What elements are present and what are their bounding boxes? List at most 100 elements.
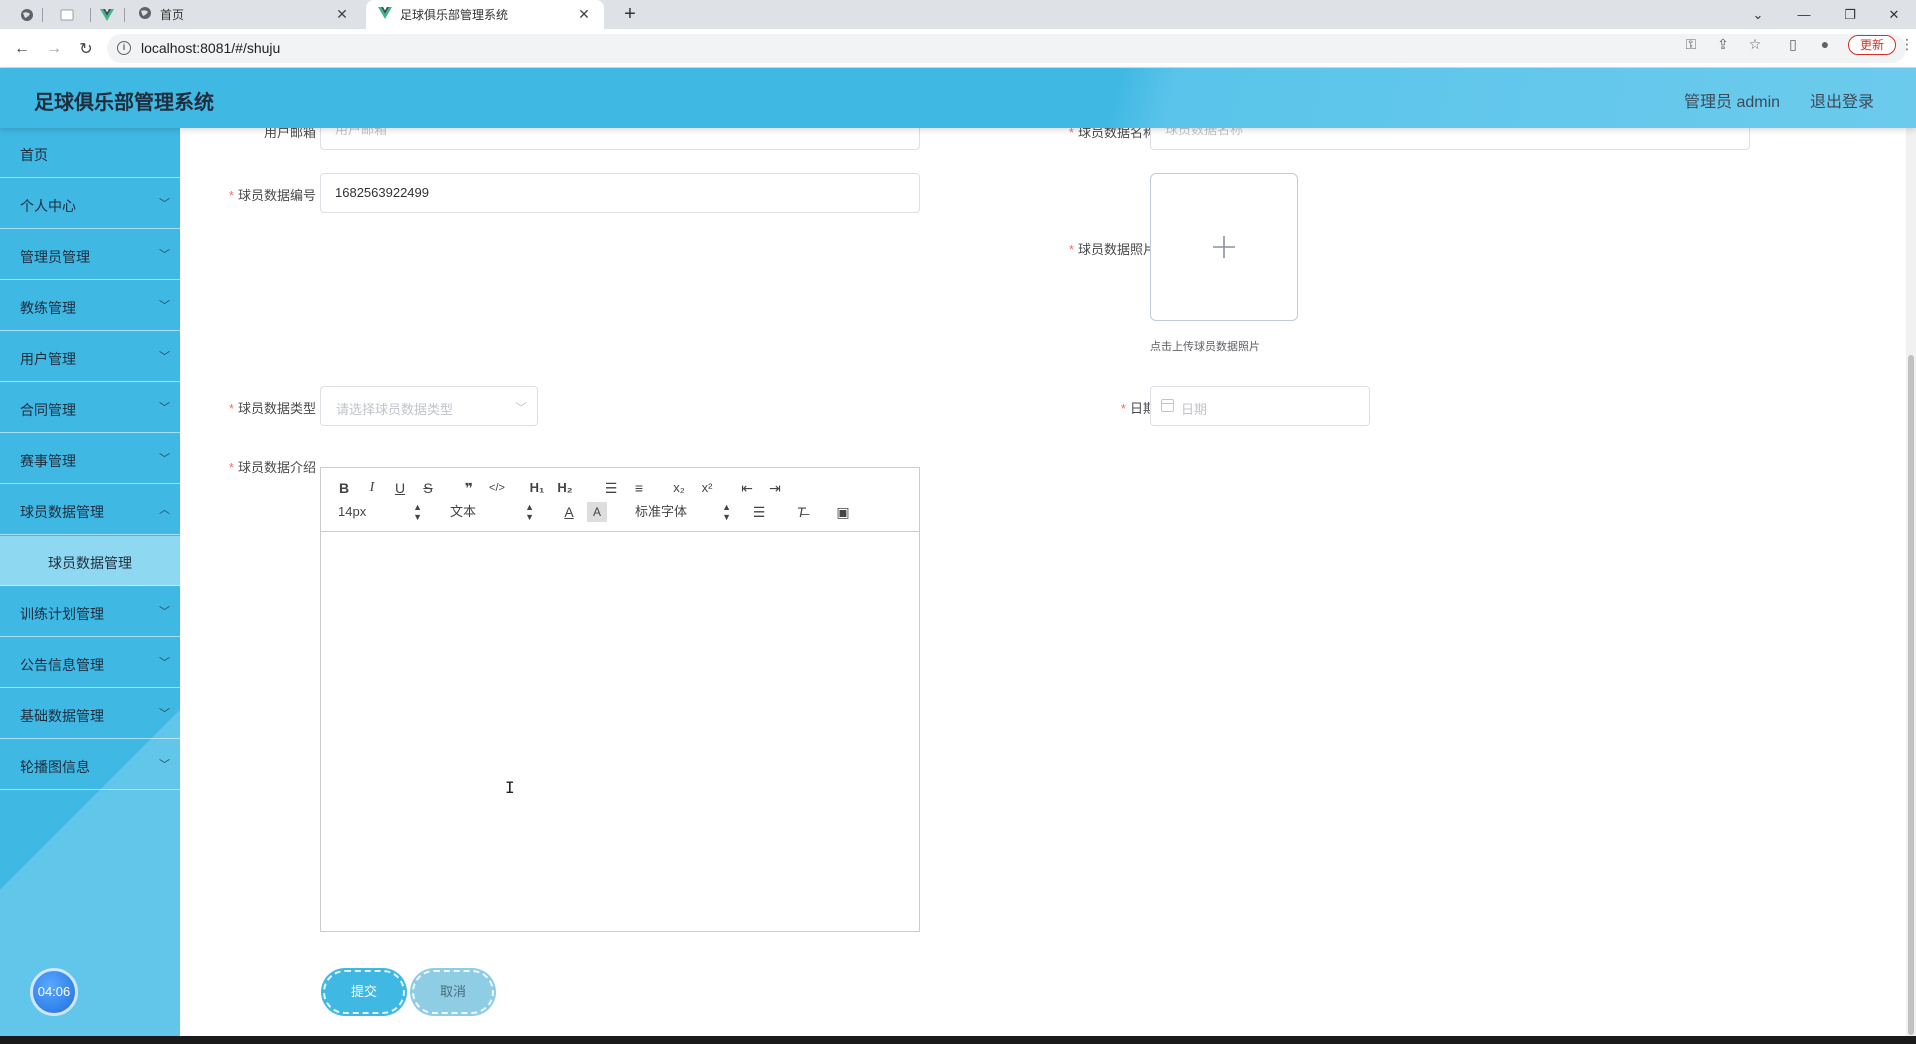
tab-active[interactable]: 足球俱乐部管理系统 ✕ [366, 0, 604, 29]
profile-icon[interactable]: ● [1816, 35, 1834, 53]
heading2-icon[interactable]: H₂ [555, 478, 575, 498]
photo-upload-tip: 点击上传球员数据照片 [1150, 341, 1260, 353]
text-cursor-icon: I [505, 778, 515, 797]
chevron-down-icon: ﹀ [159, 708, 170, 720]
logout-link[interactable]: 退出登录 [1810, 88, 1874, 112]
underline-icon[interactable]: U [390, 478, 410, 498]
reload-icon[interactable]: ↻ [74, 37, 98, 61]
date-label: * 日期 [1120, 401, 1156, 416]
chevron-down-icon: ﹀ [159, 453, 170, 465]
plus-icon [1213, 236, 1235, 258]
chevron-down-icon: ﹀ [514, 401, 527, 415]
sidebar-item-label: 球员数据管理 [20, 504, 104, 520]
sidebar-item-matches[interactable]: 赛事管理 ﹀ [0, 434, 180, 484]
name-label: * 球员数据名称 [1068, 128, 1156, 140]
sidebar-item-contracts[interactable]: 合同管理 ﹀ [0, 383, 180, 433]
sidebar-item-base-data[interactable]: 基础数据管理 ﹀ [0, 689, 180, 739]
tab-title: 首页 [160, 8, 185, 22]
player-data-number-field[interactable]: 1682563922499 [320, 173, 920, 213]
indent-icon[interactable]: ⇥ [765, 478, 785, 498]
minimize-button[interactable]: — [1782, 0, 1826, 29]
browser-tab-bar: 首页 ✕ 足球俱乐部管理系统 ✕ + ⌄ — ❐ ✕ [0, 0, 1916, 29]
chevron-down-icon: ﹀ [159, 300, 170, 312]
update-button[interactable]: 更新 [1848, 35, 1896, 55]
omnibox[interactable]: i localhost:8081/#/shuju [107, 34, 1906, 63]
blank-page-icon[interactable] [56, 4, 78, 26]
code-block-icon[interactable]: </> [487, 478, 507, 498]
sidebar-item-personal-center[interactable]: 个人中心 ﹀ [0, 179, 180, 229]
close-icon[interactable]: ✕ [576, 6, 592, 23]
globe-icon [138, 6, 152, 23]
subscript-icon[interactable]: x₂ [669, 478, 689, 498]
strike-icon[interactable]: S [418, 478, 438, 498]
page-scrollbar-thumb[interactable] [1908, 355, 1914, 1035]
background-color-icon[interactable]: A [587, 502, 607, 522]
tab-home[interactable]: 首页 ✕ [126, 0, 362, 29]
sidebar-item-training[interactable]: 训练计划管理 ﹀ [0, 587, 180, 637]
cancel-button[interactable]: 取消 [412, 970, 494, 1014]
sidebar-item-coaches[interactable]: 教练管理 ﹀ [0, 281, 180, 331]
side-panel-icon[interactable]: ▯ [1784, 35, 1802, 53]
player-data-type-select[interactable]: 请选择球员数据类型 ﹀ [320, 386, 538, 426]
submit-button[interactable]: 提交 [323, 970, 405, 1014]
editor-toolbar: B I U S ❞ </> H₁ H₂ ☰ ≡ x₂ x² ⇤ ⇥ 14px ▲ ▼… [321, 468, 919, 532]
sidebar-item-label: 基础数据管理 [20, 708, 104, 724]
chevron-down-icon: ﹀ [159, 402, 170, 414]
submenu-item-player-data[interactable]: 球员数据管理 [0, 536, 180, 586]
sidebar-item-home[interactable]: 首页 [0, 128, 180, 178]
share-icon[interactable]: ⇪ [1714, 35, 1732, 53]
restore-button[interactable]: ❐ [1828, 0, 1872, 29]
sidebar-item-notices[interactable]: 公告信息管理 ﹀ [0, 638, 180, 688]
image-icon[interactable]: ▣ [833, 502, 853, 522]
tab-title: 足球俱乐部管理系统 [400, 8, 509, 22]
date-picker[interactable]: 日期 [1150, 386, 1370, 426]
bullet-list-icon[interactable]: ≡ [629, 478, 649, 498]
vue-logo-icon[interactable] [96, 4, 118, 26]
close-icon[interactable]: ✕ [334, 6, 350, 23]
blockquote-icon[interactable]: ❞ [459, 478, 479, 498]
font-family-select[interactable]: 标准字体 ▲ ▼ [635, 502, 731, 522]
back-icon[interactable]: ← [10, 37, 34, 61]
url-text[interactable]: localhost:8081/#/shuju [141, 40, 280, 56]
heading1-icon[interactable]: H₁ [527, 478, 547, 498]
photo-label: * 球员数据照片 [1068, 242, 1156, 257]
type-label: * 球员数据类型 [228, 401, 316, 416]
info-icon[interactable]: i [117, 41, 131, 55]
os-taskbar [0, 1036, 1916, 1044]
tab-search-icon[interactable]: ⌄ [1736, 0, 1780, 29]
submenu-item-label: 球员数据管理 [48, 555, 132, 571]
sidebar-item-label: 用户管理 [20, 351, 76, 367]
clear-format-icon[interactable]: T̶ [791, 502, 811, 522]
email-field[interactable]: 用户邮箱 [320, 128, 920, 150]
bold-icon[interactable]: B [334, 478, 354, 498]
font-color-icon[interactable]: A [559, 502, 579, 522]
sidebar-item-admins[interactable]: 管理员管理 ﹀ [0, 230, 180, 280]
forward-icon[interactable]: → [42, 37, 66, 61]
font-size-select[interactable]: 14px ▲ ▼ [338, 502, 422, 522]
updown-icon: ▲ ▼ [722, 502, 731, 522]
sidebar-item-carousel[interactable]: 轮播图信息 ﹀ [0, 740, 180, 790]
ordered-list-icon[interactable]: ☰ [601, 478, 621, 498]
sidebar-item-users[interactable]: 用户管理 ﹀ [0, 332, 180, 382]
photo-upload[interactable] [1150, 173, 1298, 321]
align-icon[interactable]: ☰ [749, 502, 769, 522]
chevron-down-icon: ﹀ [159, 198, 170, 210]
globe-icon[interactable] [16, 4, 38, 26]
rich-text-editor[interactable]: B I U S ❞ </> H₁ H₂ ☰ ≡ x₂ x² ⇤ ⇥ 14px ▲ ▼… [320, 467, 920, 932]
sidebar-item-label: 赛事管理 [20, 453, 76, 469]
menu-kebab-icon[interactable]: ⋮ [1898, 35, 1916, 53]
timer-badge[interactable]: 04:06 [30, 968, 78, 1016]
star-icon[interactable]: ☆ [1746, 35, 1764, 53]
updown-icon: ▲ ▼ [525, 502, 534, 522]
window-close-button[interactable]: ✕ [1872, 0, 1916, 29]
superscript-icon[interactable]: x² [697, 478, 717, 498]
new-tab-button[interactable]: + [618, 3, 642, 27]
header-select[interactable]: 文本 ▲ ▼ [450, 502, 534, 522]
italic-icon[interactable]: I [362, 478, 382, 498]
vue-logo-icon [378, 7, 392, 22]
sidebar-item-player-data[interactable]: 球员数据管理 ︿ [0, 485, 180, 535]
outdent-icon[interactable]: ⇤ [737, 478, 757, 498]
key-icon[interactable]: ⚿ [1682, 35, 1700, 53]
address-toolbar: ← → ↻ i localhost:8081/#/shuju ⚿ ⇪ ☆ ▯ ●… [0, 29, 1916, 68]
player-data-name-field[interactable]: 球员数据名称 [1150, 128, 1750, 150]
